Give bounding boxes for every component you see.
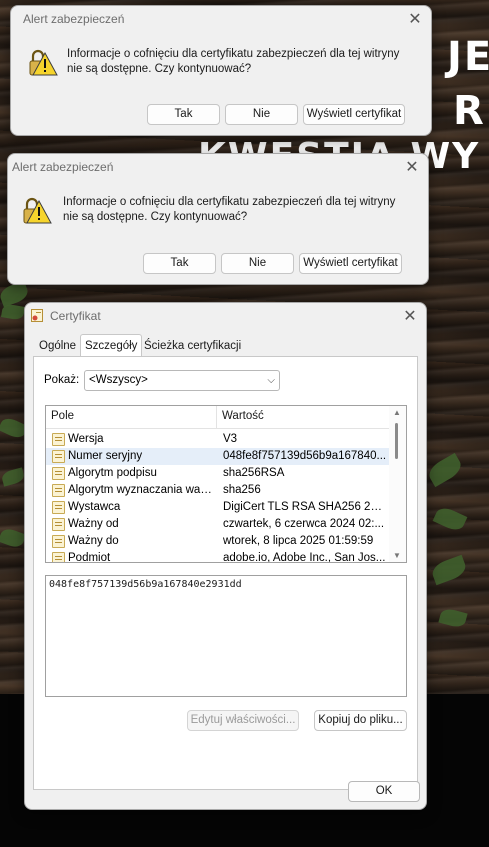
yes-button[interactable]: Tak bbox=[143, 253, 216, 274]
certificate-field-icon bbox=[52, 484, 65, 497]
dialog-title: Alert zabezpieczeń bbox=[23, 12, 125, 26]
dialog-title: Certyfikat bbox=[50, 309, 101, 323]
field-value: wtorek, 8 lipca 2025 01:59:59 bbox=[223, 535, 374, 547]
list-item[interactable]: Podmiot adobe.io, Adobe Inc., San Jos... bbox=[46, 550, 390, 563]
certificate-field-icon bbox=[52, 433, 65, 446]
show-filter-value: <Wszyscy> bbox=[89, 374, 148, 386]
title-bar[interactable]: Certyfikat ✕ bbox=[25, 303, 426, 329]
field-value: 048fe8f757139d56b9a167840... bbox=[223, 450, 387, 462]
list-item[interactable]: Ważny do wtorek, 8 lipca 2025 01:59:59 bbox=[46, 533, 390, 550]
scroll-down-arrow-icon[interactable]: ▼ bbox=[393, 551, 401, 560]
dialog-title: Alert zabezpieczeń bbox=[12, 160, 114, 174]
field-name: Ważny do bbox=[68, 535, 119, 547]
no-button[interactable]: Nie bbox=[225, 104, 298, 125]
certificate-field-icon bbox=[52, 518, 65, 531]
scroll-up-arrow-icon[interactable]: ▲ bbox=[393, 408, 401, 417]
tab-details[interactable]: Szczegóły bbox=[80, 334, 143, 358]
field-name: Wersja bbox=[68, 433, 104, 445]
tab-general[interactable]: Ogólne bbox=[35, 337, 80, 357]
ok-button[interactable]: OK bbox=[348, 781, 420, 802]
alert-message: Informacje o cofnięciu dla certyfikatu z… bbox=[67, 48, 400, 75]
vertical-scrollbar[interactable]: ▲ ▼ bbox=[389, 406, 406, 562]
field-name: Numer seryjny bbox=[68, 450, 143, 462]
alert-message: Informacje o cofnięciu dla certyfikatu z… bbox=[63, 196, 396, 223]
warning-lock-icon bbox=[23, 197, 52, 224]
page-headline-line-2: R bbox=[453, 88, 486, 134]
field-name: Algorytm podpisu bbox=[68, 467, 157, 479]
certificate-field-icon bbox=[52, 535, 65, 548]
field-value: DigiCert TLS RSA SHA256 202... bbox=[223, 501, 387, 513]
column-header-value[interactable]: Wartość bbox=[222, 410, 264, 422]
field-detail-value: 048fe8f757139d56b9a167840e2931dd bbox=[49, 579, 242, 590]
warning-lock-icon bbox=[29, 49, 58, 76]
field-detail-textbox[interactable]: 048fe8f757139d56b9a167840e2931dd bbox=[45, 575, 407, 697]
certificate-field-icon bbox=[52, 467, 65, 480]
column-divider[interactable] bbox=[216, 406, 217, 429]
column-header-field[interactable]: Pole bbox=[51, 410, 74, 422]
edit-properties-button[interactable]: Edytuj właściwości... bbox=[187, 710, 299, 731]
field-name: Ważny od bbox=[68, 518, 119, 530]
no-button[interactable]: Nie bbox=[221, 253, 294, 274]
list-item[interactable]: Numer seryjny 048fe8f757139d56b9a167840.… bbox=[46, 448, 390, 465]
close-icon[interactable]: ✕ bbox=[405, 9, 425, 29]
show-filter-dropdown[interactable]: <Wszyscy> ⌵ bbox=[84, 370, 280, 391]
title-bar[interactable]: Alert zabezpieczeń ✕ bbox=[8, 154, 428, 180]
yes-button[interactable]: Tak bbox=[147, 104, 220, 125]
list-item[interactable]: Wersja V3 bbox=[46, 431, 390, 448]
field-name: Podmiot bbox=[68, 552, 111, 563]
fields-list[interactable]: Pole Wartość Wersja V3 Numer seryjny 048… bbox=[45, 405, 407, 563]
copy-to-file-button[interactable]: Kopiuj do pliku... bbox=[314, 710, 407, 731]
list-item[interactable]: Algorytm wyznaczania wart... sha256 bbox=[46, 482, 390, 499]
field-value: sha256RSA bbox=[223, 467, 285, 479]
view-certificate-button[interactable]: Wyświetl certyfikat bbox=[299, 253, 402, 274]
field-value: adobe.io, Adobe Inc., San Jos... bbox=[223, 552, 386, 563]
security-alert-dialog: Alert zabezpieczeń ✕ Informacje o cofnię… bbox=[10, 5, 432, 136]
field-value: czwartek, 6 czerwca 2024 02:... bbox=[223, 518, 385, 530]
scrollbar-thumb[interactable] bbox=[395, 423, 398, 459]
tab-certification-path[interactable]: Ścieżka certyfikacji bbox=[140, 337, 245, 357]
list-item[interactable]: Ważny od czwartek, 6 czerwca 2024 02:... bbox=[46, 516, 390, 533]
list-item[interactable]: Wystawca DigiCert TLS RSA SHA256 202... bbox=[46, 499, 390, 516]
field-value: V3 bbox=[223, 433, 238, 445]
field-name: Wystawca bbox=[68, 501, 121, 513]
chevron-down-icon: ⌵ bbox=[267, 375, 275, 386]
field-value: sha256 bbox=[223, 484, 261, 496]
certificate-field-icon bbox=[52, 450, 65, 463]
list-header: Pole Wartość bbox=[46, 406, 390, 429]
view-certificate-button[interactable]: Wyświetl certyfikat bbox=[303, 104, 405, 125]
list-item[interactable]: Algorytm podpisu sha256RSA bbox=[46, 465, 390, 482]
page-headline-line-1: JE bbox=[447, 34, 489, 80]
details-panel: Pokaż: <Wszyscy> ⌵ Pole Wartość Wersja V… bbox=[33, 356, 418, 790]
field-name: Algorytm wyznaczania wart... bbox=[68, 484, 213, 496]
security-alert-dialog: Alert zabezpieczeń ✕ Informacje o cofnię… bbox=[7, 153, 429, 285]
tab-strip: Ogólne Szczegóły Ścieżka certyfikacji bbox=[33, 333, 418, 358]
certificate-field-icon bbox=[52, 501, 65, 514]
close-icon[interactable]: ✕ bbox=[400, 306, 420, 326]
show-label: Pokaż: bbox=[44, 374, 80, 386]
title-bar[interactable]: Alert zabezpieczeń ✕ bbox=[11, 6, 431, 32]
certificate-icon bbox=[31, 309, 43, 322]
certificate-dialog: Certyfikat ✕ Ogólne Szczegóły Ścieżka ce… bbox=[24, 302, 427, 810]
close-icon[interactable]: ✕ bbox=[402, 157, 422, 177]
certificate-field-icon bbox=[52, 552, 65, 562]
